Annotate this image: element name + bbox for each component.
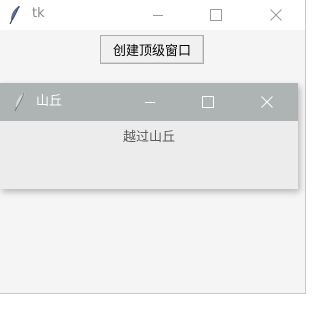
create-toplevel-button[interactable]: 创建顶级窗口 bbox=[100, 35, 204, 64]
maximize-button[interactable] bbox=[193, 0, 239, 30]
main-titlebar[interactable]: tk bbox=[0, 0, 305, 30]
minimize-button[interactable] bbox=[135, 0, 181, 30]
toplevel-title: 山丘 bbox=[36, 94, 63, 109]
feather-icon bbox=[9, 5, 20, 25]
minimize-icon bbox=[153, 15, 163, 16]
toplevel-window: 山丘 越过山丘 bbox=[0, 83, 298, 189]
close-icon bbox=[270, 9, 282, 21]
close-button[interactable] bbox=[253, 0, 299, 30]
toplevel-maximize-button[interactable] bbox=[185, 83, 231, 121]
toplevel-content: 越过山丘 bbox=[0, 121, 298, 189]
maximize-icon bbox=[202, 96, 214, 108]
toplevel-minimize-button[interactable] bbox=[127, 83, 173, 121]
minimize-icon bbox=[145, 102, 155, 103]
close-icon bbox=[261, 96, 273, 108]
maximize-icon bbox=[210, 9, 222, 21]
toplevel-titlebar[interactable]: 山丘 bbox=[0, 83, 298, 121]
toplevel-close-button[interactable] bbox=[244, 83, 290, 121]
desktop: tk 创建顶级窗口 山丘 越过山丘 bbox=[0, 0, 317, 326]
feather-icon bbox=[14, 92, 25, 112]
hill-label: 越过山丘 bbox=[122, 130, 175, 145]
window-title: tk bbox=[32, 6, 45, 21]
